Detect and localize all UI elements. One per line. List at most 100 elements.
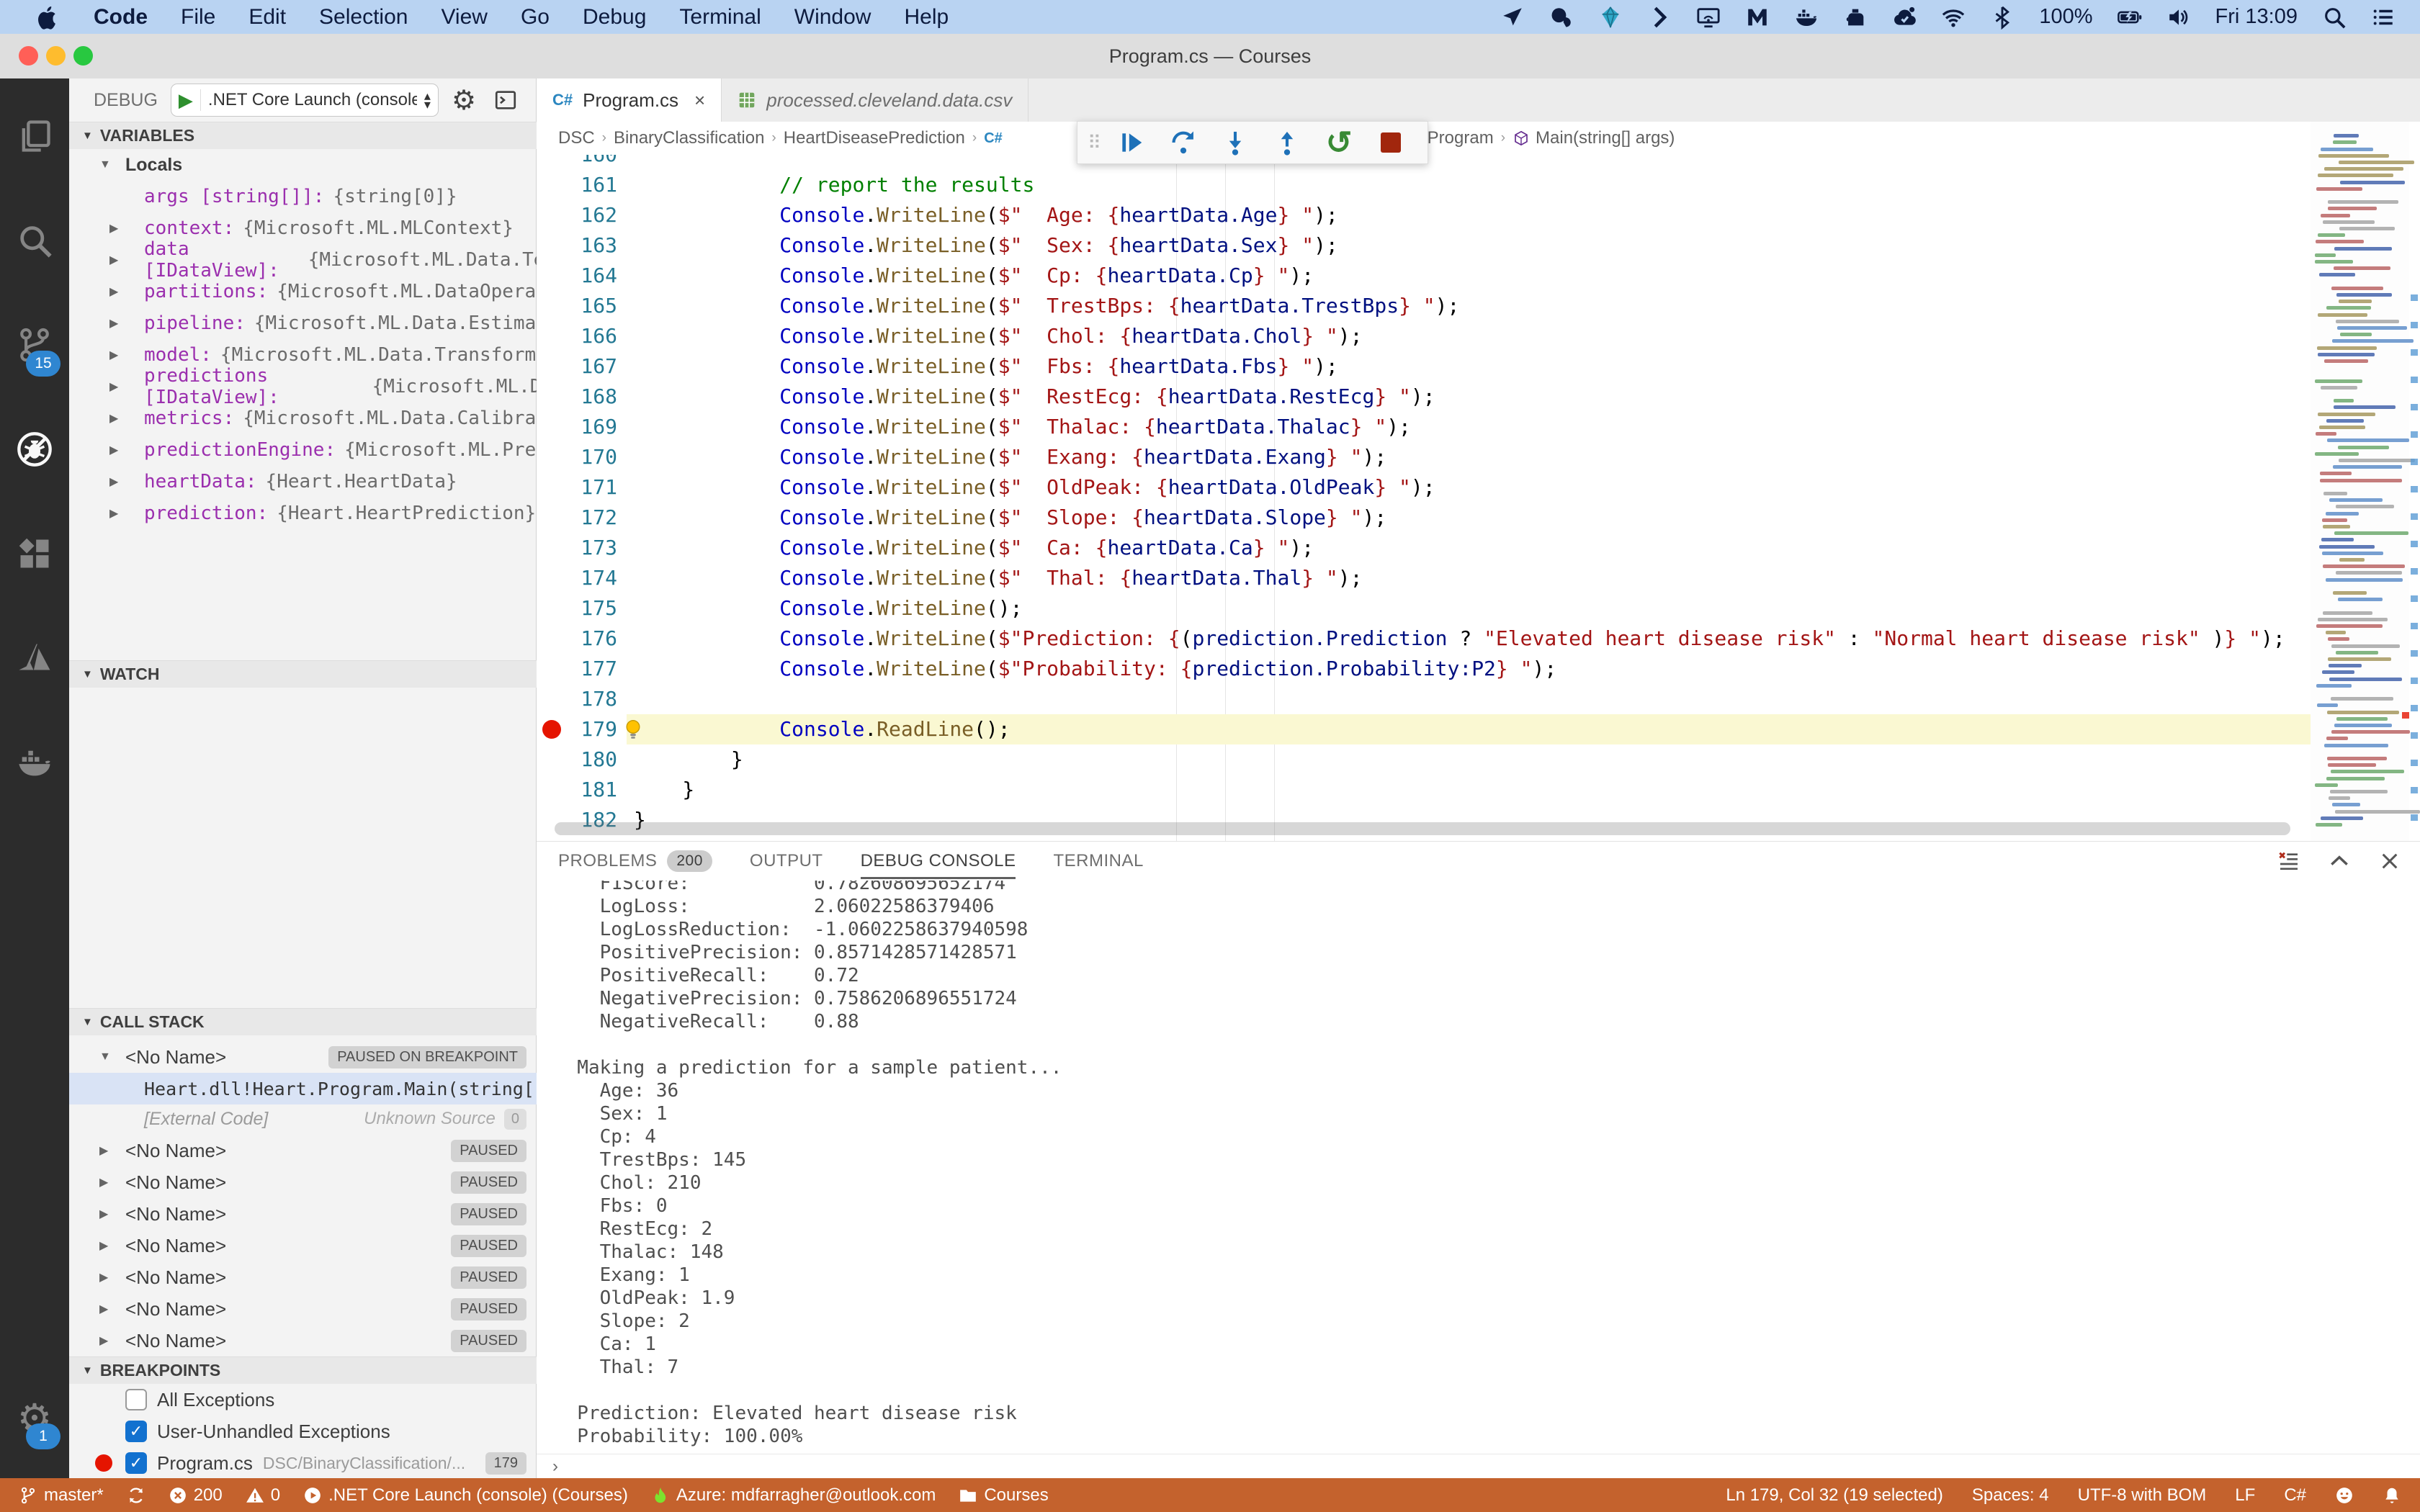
code-line-172[interactable]: Console.WriteLine($" Slope: {heartData.S… [634, 503, 2311, 533]
menu-help[interactable]: Help [904, 5, 949, 30]
debug-settings-gear-icon[interactable]: ⚙ [452, 84, 476, 117]
panel-tab-problems[interactable]: PROBLEMS200 [558, 842, 712, 881]
overview-ruler[interactable] [2409, 122, 2420, 841]
variable-row[interactable]: ▶context:{Microsoft.ML.MLContext} [69, 212, 537, 244]
location-icon[interactable] [1500, 5, 1525, 30]
status-item-courses[interactable]: Courses [959, 1485, 1048, 1506]
breadcrumb-right[interactable]: .Program›Main(string[] args) [1422, 122, 1675, 155]
code-editor[interactable]: DSC›BinaryClassification›HeartDiseasePre… [537, 122, 2420, 841]
clear-console-icon[interactable] [2277, 850, 2300, 873]
line-number[interactable]: 169 [537, 412, 617, 442]
variable-row[interactable]: ▶data [IDataView]:{Microsoft.ML.Data.Tex… [69, 244, 537, 276]
activity-extensions[interactable] [0, 510, 69, 597]
docker-whale-icon[interactable] [1794, 5, 1819, 30]
minimap[interactable] [2311, 122, 2409, 841]
line-number[interactable]: 179 [537, 714, 617, 744]
breakpoint-row[interactable]: All Exceptions [69, 1384, 537, 1416]
code-line-180[interactable]: } [634, 744, 2311, 775]
cloud-check-icon[interactable] [1892, 5, 1917, 30]
line-number[interactable]: 164 [537, 261, 617, 291]
activity-files[interactable] [0, 93, 69, 179]
activity-azure[interactable] [0, 615, 69, 701]
status-item-master[interactable]: master* [19, 1485, 104, 1506]
callstack-row[interactable]: ▶<No Name>PAUSED [69, 1135, 537, 1166]
code-line-173[interactable]: Console.WriteLine($" Ca: {heartData.Ca} … [634, 533, 2311, 563]
kettle-icon[interactable] [1843, 5, 1868, 30]
code-line-161[interactable]: // report the results [634, 170, 2311, 200]
variables-section-header[interactable]: ▼VARIABLES [69, 122, 537, 149]
menu-terminal[interactable]: Terminal [679, 5, 761, 30]
callstack-row[interactable]: [External Code]Unknown Source0 [69, 1103, 537, 1135]
variable-row[interactable]: ▶pipeline:{Microsoft.ML.Data.EstimatorCh… [69, 307, 537, 339]
status-item-0[interactable]: 0 [246, 1485, 280, 1506]
editor-code-area[interactable]: // report the results Console.WriteLine(… [634, 140, 2311, 835]
variables-group-locals[interactable]: ▼Locals [69, 149, 537, 181]
breakpoint-row[interactable]: ✓User-Unhandled Exceptions [69, 1416, 537, 1447]
checkbox[interactable]: ✓ [125, 1421, 147, 1442]
close-tab-icon[interactable]: × [694, 89, 705, 112]
code-line-168[interactable]: Console.WriteLine($" RestEcg: {heartData… [634, 382, 2311, 412]
code-line-164[interactable]: Console.WriteLine($" Cp: {heartData.Cp} … [634, 261, 2311, 291]
menu-window[interactable]: Window [794, 5, 871, 30]
callstack-row[interactable]: ▶<No Name>PAUSED [69, 1261, 537, 1293]
callstack-row[interactable]: ▶<No Name>PAUSED [69, 1198, 537, 1230]
menu-edit[interactable]: Edit [248, 5, 286, 30]
line-number[interactable]: 162 [537, 200, 617, 230]
continue-button[interactable] [1106, 124, 1157, 161]
tab-processed.cleveland.data.csv[interactable]: processed.cleveland.data.csv [722, 78, 1028, 122]
watch-section-header[interactable]: ▼WATCH [69, 660, 537, 688]
code-line-181[interactable]: } [634, 775, 2311, 805]
activity-source-control[interactable]: 15 [0, 302, 69, 388]
gem-icon[interactable] [1598, 5, 1623, 30]
step-into-button[interactable] [1209, 124, 1261, 161]
panel-tab-output[interactable]: OUTPUT [750, 842, 823, 881]
step-out-button[interactable] [1261, 124, 1313, 161]
activity-docker[interactable] [0, 719, 69, 806]
panel-tab-debug-console[interactable]: DEBUG CONSOLE [861, 842, 1016, 881]
line-number[interactable]: 172 [537, 503, 617, 533]
code-line-171[interactable]: Console.WriteLine($" OldPeak: {heartData… [634, 472, 2311, 503]
code-line-178[interactable] [634, 684, 2311, 714]
start-debug-icon[interactable]: ▶ [179, 89, 193, 112]
code-line-166[interactable]: Console.WriteLine($" Chol: {heartData.Ch… [634, 321, 2311, 351]
menu-debug[interactable]: Debug [583, 5, 646, 30]
breakpoint-row[interactable]: ✓Program.csDSC/BinaryClassification/...1… [69, 1447, 537, 1479]
code-line-167[interactable]: Console.WriteLine($" Fbs: {heartData.Fbs… [634, 351, 2311, 382]
status-item[interactable] [2383, 1486, 2401, 1505]
line-number[interactable]: 168 [537, 382, 617, 412]
breadcrumb-item[interactable]: HeartDiseasePrediction [784, 128, 965, 148]
list-menu-icon[interactable] [2371, 5, 2396, 30]
status-item[interactable] [127, 1486, 145, 1505]
editor-gutter[interactable]: 1601611621631641651661671681691701711721… [537, 140, 617, 835]
breadcrumb-item[interactable]: .Program [1422, 128, 1494, 148]
callstack-row[interactable]: ▶<No Name>PAUSED [69, 1293, 537, 1325]
line-number[interactable]: 170 [537, 442, 617, 472]
line-number[interactable]: 167 [537, 351, 617, 382]
status-item-lf[interactable]: LF [2235, 1485, 2255, 1506]
debug-console-output[interactable]: F1Score: 0.782608695652174 LogLoss: 2.06… [555, 881, 2398, 1454]
line-number[interactable]: 180 [537, 744, 617, 775]
wifi-icon[interactable] [1941, 5, 1966, 30]
checkbox[interactable] [125, 1389, 147, 1410]
line-number[interactable]: 163 [537, 230, 617, 261]
code-line-176[interactable]: Console.WriteLine($"Prediction: {(predic… [634, 624, 2311, 654]
display-mirror-icon[interactable] [1696, 5, 1721, 30]
evernote-icon[interactable] [1549, 5, 1574, 30]
callstack-row[interactable]: ▶<No Name>PAUSED [69, 1230, 537, 1261]
status-item-utf8[interactable]: UTF-8 with BOM [2078, 1485, 2207, 1506]
menu-go[interactable]: Go [521, 5, 550, 30]
minimize-window-button[interactable] [46, 46, 66, 66]
code-line-162[interactable]: Console.WriteLine($" Age: {heartData.Age… [634, 200, 2311, 230]
breakpoints-section-header[interactable]: ▼BREAKPOINTS [69, 1356, 537, 1384]
zoom-window-button[interactable] [73, 46, 93, 66]
menu-code[interactable]: Code [94, 5, 148, 30]
callstack-row[interactable]: ▶<No Name>PAUSED [69, 1325, 537, 1356]
line-number[interactable]: 181 [537, 775, 617, 805]
status-item-c#[interactable]: C# [2284, 1485, 2306, 1506]
menu-file[interactable]: File [181, 5, 215, 30]
variable-row[interactable]: ▶metrics:{Microsoft.ML.Data.CalibratedBi… [69, 402, 537, 434]
callstack-section-header[interactable]: ▼CALL STACK [69, 1008, 537, 1035]
line-number[interactable]: 175 [537, 593, 617, 624]
callstack-row[interactable]: Heart.dll!Heart.Program.Main(string[] ar… [69, 1073, 537, 1104]
close-window-button[interactable] [19, 46, 38, 66]
